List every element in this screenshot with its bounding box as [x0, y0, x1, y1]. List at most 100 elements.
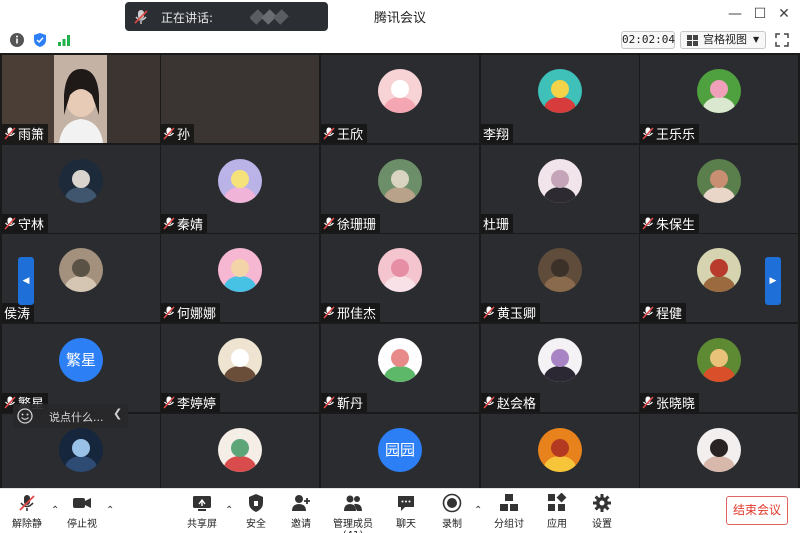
prev-page-arrow[interactable]: ◀ [18, 257, 34, 305]
info-icon[interactable] [9, 32, 25, 48]
video-options-caret[interactable]: ⌃ [106, 505, 114, 516]
stop-video-button[interactable]: 停止视频 [63, 493, 101, 531]
chat-button[interactable]: 聊天 [393, 493, 419, 531]
participant-tile[interactable]: 朱保生 [640, 145, 798, 233]
participant-tile[interactable]: 徐珊珊 [321, 145, 479, 233]
blurred-speaker-name [250, 9, 289, 25]
shield-icon [249, 494, 263, 512]
chat-placeholder: 说点什么... [49, 411, 104, 424]
record-button[interactable]: 录制 [439, 493, 465, 531]
participant-name: 孙 [177, 128, 191, 143]
chevron-left-icon[interactable]: ❮ [113, 407, 122, 420]
participant-tile[interactable]: 何娜娜 [161, 234, 319, 322]
speaking-label: 正在讲话: [161, 11, 214, 25]
participant-nametag: 王欣 [321, 124, 368, 143]
avatar [218, 248, 262, 292]
minimize-icon[interactable]: — [724, 3, 746, 25]
participant-nametag: 孙 [161, 124, 195, 143]
next-page-arrow[interactable]: ▶ [765, 257, 781, 305]
invite-button[interactable]: 邀请 [288, 493, 314, 531]
participant-nametag: 黄玉卿 [481, 303, 541, 322]
security-button[interactable]: 安全 [243, 493, 269, 531]
participant-nametag: 李翔 [481, 124, 514, 143]
participant-tile[interactable] [481, 414, 639, 488]
avatar [697, 248, 741, 292]
participant-tile[interactable]: 靳丹 [321, 324, 479, 412]
participant-tile[interactable]: 守林 [2, 145, 160, 233]
mic-muted-icon [163, 127, 177, 140]
participant-tile[interactable]: 秦婧 [161, 145, 319, 233]
mic-muted-icon [323, 396, 337, 409]
participant-tile[interactable]: 王欣 [321, 55, 479, 143]
participant-tile[interactable] [640, 414, 798, 488]
participant-name: 邢佳杰 [337, 307, 377, 322]
avatar [538, 159, 582, 203]
participant-nametag: 赵会格 [481, 393, 541, 412]
participant-tile[interactable]: 雨箫 [2, 55, 160, 143]
text-avatar: 园园 [378, 428, 422, 472]
emoji-icon[interactable] [17, 408, 33, 424]
breakout-button[interactable]: 分组讨论 [490, 493, 528, 531]
view-mode-label: 宫格视图 [703, 33, 747, 46]
participant-tile[interactable]: 李婷婷 [161, 324, 319, 412]
participant-nametag: 侯涛 [2, 303, 35, 322]
add-user-icon [292, 495, 310, 511]
invite-label: 邀请 [291, 519, 311, 530]
record-icon [442, 493, 462, 513]
manage-members-button[interactable]: 管理成员(41) [325, 493, 381, 533]
camera-icon [73, 498, 91, 508]
avatar [538, 69, 582, 113]
participant-tile[interactable]: 繁星繁星 [2, 324, 160, 412]
record-options-caret[interactable]: ⌃ [474, 505, 482, 516]
participant-nametag: 徐珊珊 [321, 214, 381, 233]
participant-nametag: 秦婧 [161, 214, 208, 233]
grid-icon [687, 35, 698, 46]
participant-nametag: 朱保生 [640, 214, 700, 233]
participant-tile[interactable]: 赵会格 [481, 324, 639, 412]
avatar [697, 159, 741, 203]
text-avatar: 繁星 [59, 338, 103, 382]
participant-tile[interactable]: 张晓晓 [640, 324, 798, 412]
participant-tile[interactable]: 邢佳杰 [321, 234, 479, 322]
mic-muted-icon [163, 217, 177, 230]
fullscreen-icon[interactable] [774, 32, 790, 48]
mic-muted-icon [323, 217, 337, 230]
maximize-icon[interactable]: ☐ [749, 3, 771, 25]
mic-muted-icon [642, 396, 656, 409]
participant-tile[interactable]: 王乐乐 [640, 55, 798, 143]
settings-button[interactable]: 设置 [589, 493, 615, 531]
participant-tile[interactable] [161, 414, 319, 488]
view-mode-dropdown[interactable]: 宫格视图 ▼ [680, 31, 766, 49]
shield-icon[interactable] [32, 32, 48, 48]
participant-name: 李翔 [483, 128, 510, 143]
close-icon[interactable]: ✕ [773, 3, 795, 25]
participant-tile[interactable]: 孙 [161, 55, 319, 143]
mic-muted-icon [483, 306, 497, 319]
avatar [378, 248, 422, 292]
unmute-button[interactable]: 解除静音 [8, 493, 46, 531]
participant-nametag: 李婷婷 [161, 393, 221, 412]
participant-tile[interactable]: 园园 [321, 414, 479, 488]
share-screen-icon [193, 496, 211, 511]
participant-name: 何娜娜 [177, 307, 217, 322]
signal-icon[interactable] [56, 32, 72, 48]
unmute-label: 解除静音 [12, 519, 42, 530]
participant-tile[interactable]: 李翔 [481, 55, 639, 143]
apps-button[interactable]: 应用 [544, 493, 570, 531]
avatar [538, 428, 582, 472]
participant-nametag: 程健 [640, 303, 687, 322]
share-options-caret[interactable]: ⌃ [225, 505, 233, 516]
mic-muted-icon [4, 127, 18, 140]
meeting-window: 腾讯会议 — ☐ ✕ 正在讲话: 02:02:04 宫格视图 ▼ 雨箫 孙 王欣… [0, 0, 800, 533]
participant-tile[interactable]: 黄玉卿 [481, 234, 639, 322]
audio-options-caret[interactable]: ⌃ [51, 505, 59, 516]
participant-name: 守林 [18, 218, 45, 233]
breakout-rooms-icon [500, 494, 518, 511]
share-screen-button[interactable]: 共享屏幕 [183, 493, 221, 531]
mic-muted-icon [19, 495, 35, 511]
participant-tile[interactable]: 杜珊 [481, 145, 639, 233]
participant-name: 王乐乐 [656, 128, 696, 143]
end-meeting-button[interactable]: 结束会议 [726, 496, 788, 525]
avatar [378, 69, 422, 113]
chat-input-bubble[interactable]: 说点什么... ❮ [13, 404, 128, 428]
